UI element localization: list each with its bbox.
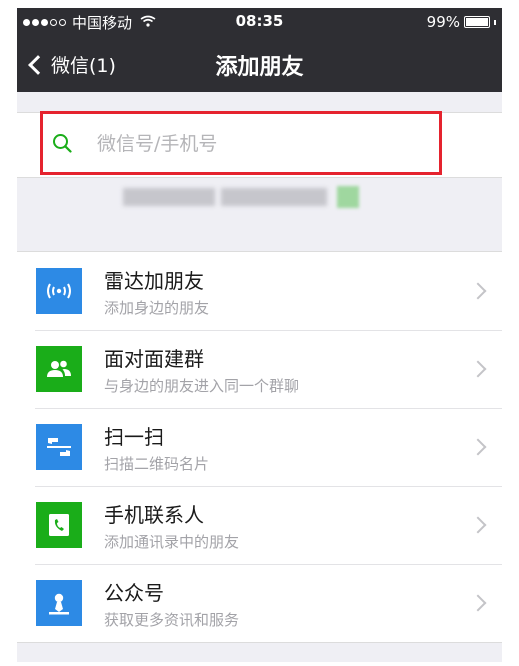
group-icon bbox=[36, 346, 82, 392]
item-subtitle: 添加通讯录中的朋友 bbox=[104, 533, 240, 551]
list-item-face-to-face-group[interactable]: 面对面建群 与身边的朋友进入同一个群聊 bbox=[17, 330, 502, 408]
list-item-official-accounts[interactable]: 公众号 获取更多资讯和服务 bbox=[17, 564, 502, 642]
item-title: 扫一扫 bbox=[104, 425, 164, 449]
phone-contacts-icon bbox=[36, 502, 82, 548]
chevron-right-icon bbox=[469, 516, 487, 534]
phone-screen: 中国移动 08:35 99% 微信(1) 添加朋友 微信号/手机号 雷达加朋友 … bbox=[17, 8, 502, 662]
item-title: 雷达加朋友 bbox=[104, 269, 204, 293]
chevron-right-icon bbox=[469, 438, 487, 456]
list-item-radar[interactable]: 雷达加朋友 添加身边的朋友 bbox=[17, 252, 502, 330]
list-item-scan[interactable]: 扫一扫 扫描二维码名片 bbox=[17, 408, 502, 486]
search-input[interactable] bbox=[95, 126, 429, 162]
item-subtitle: 获取更多资讯和服务 bbox=[104, 611, 240, 629]
item-subtitle: 添加身边的朋友 bbox=[104, 299, 210, 317]
navigation-bar: 微信(1) 添加朋友 bbox=[17, 36, 502, 92]
radar-icon bbox=[36, 268, 82, 314]
battery-percent: 99% bbox=[426, 13, 460, 31]
my-wechat-id bbox=[123, 186, 359, 208]
add-friend-options: 雷达加朋友 添加身边的朋友 面对面建群 与身边的朋友进入同一个群聊 扫一扫 扫描… bbox=[17, 251, 502, 643]
item-title: 手机联系人 bbox=[104, 503, 204, 527]
item-title: 公众号 bbox=[104, 581, 164, 605]
qr-code-icon[interactable] bbox=[337, 186, 359, 208]
search-icon bbox=[53, 134, 72, 153]
battery-status: 99% bbox=[427, 13, 496, 31]
item-subtitle: 扫描二维码名片 bbox=[104, 455, 210, 473]
official-account-icon bbox=[36, 580, 82, 626]
page-title: 添加朋友 bbox=[215, 55, 304, 80]
blurred-id-value bbox=[221, 188, 327, 206]
blurred-id-label bbox=[123, 188, 215, 206]
item-title: 面对面建群 bbox=[104, 347, 204, 371]
chevron-right-icon bbox=[469, 594, 487, 612]
status-bar: 中国移动 08:35 99% bbox=[17, 8, 502, 36]
item-subtitle: 与身边的朋友进入同一个群聊 bbox=[104, 377, 300, 395]
chevron-right-icon bbox=[469, 360, 487, 378]
battery-icon bbox=[464, 16, 490, 28]
list-item-phone-contacts[interactable]: 手机联系人 添加通讯录中的朋友 bbox=[17, 486, 502, 564]
chevron-right-icon bbox=[469, 282, 487, 300]
scan-icon bbox=[36, 424, 82, 470]
